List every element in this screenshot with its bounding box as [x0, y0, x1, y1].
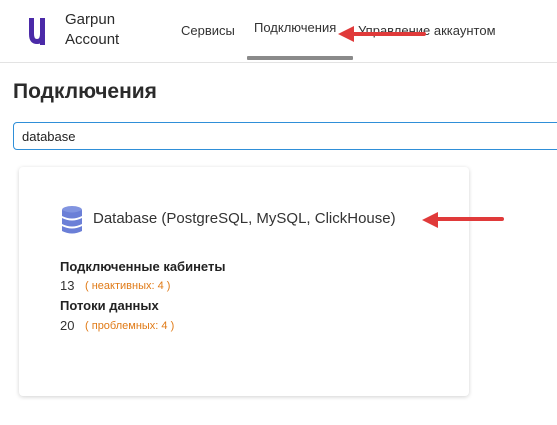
- paren-open: (: [85, 320, 92, 332]
- search-field[interactable]: [13, 122, 557, 150]
- inactive-cabinets-text: неактивных: 4: [91, 280, 164, 292]
- data-flows-count: 20: [60, 318, 75, 333]
- tab-connections[interactable]: Подключения: [254, 20, 336, 35]
- page: Garpun Account Сервисы Подключения Управ…: [0, 0, 557, 425]
- top-header: Garpun Account Сервисы Подключения Управ…: [0, 0, 557, 63]
- page-title: Подключения: [13, 80, 157, 103]
- database-icon: [62, 206, 82, 234]
- inactive-cabinets-note[interactable]: ( неактивных: 4 ): [85, 280, 170, 292]
- paren-close: ): [167, 320, 175, 332]
- brand-name: Garpun Account: [65, 10, 119, 50]
- connection-title[interactable]: Database (PostgreSQL, MySQL, ClickHouse): [93, 210, 396, 227]
- garpun-logo-icon[interactable]: [26, 15, 48, 47]
- active-tab-indicator: [247, 56, 353, 60]
- brand-line-2: Account: [65, 31, 120, 48]
- tab-account-management[interactable]: Управление аккаунтом: [358, 23, 496, 38]
- data-flows-label: Потоки данных: [60, 298, 159, 313]
- tab-services[interactable]: Сервисы: [181, 23, 235, 38]
- paren-open: (: [85, 280, 92, 292]
- cabinets-count: 13: [60, 278, 75, 293]
- paren-close: ): [163, 280, 171, 292]
- connection-card[interactable]: Database (PostgreSQL, MySQL, ClickHouse)…: [19, 167, 469, 396]
- search-input[interactable]: [22, 127, 542, 145]
- cabinets-label: Подключенные кабинеты: [60, 259, 226, 274]
- problem-flows-note[interactable]: ( проблемных: 4 ): [85, 320, 174, 332]
- problem-flows-text: проблемных: 4: [91, 320, 168, 332]
- brand-line-1: Garpun: [65, 11, 116, 28]
